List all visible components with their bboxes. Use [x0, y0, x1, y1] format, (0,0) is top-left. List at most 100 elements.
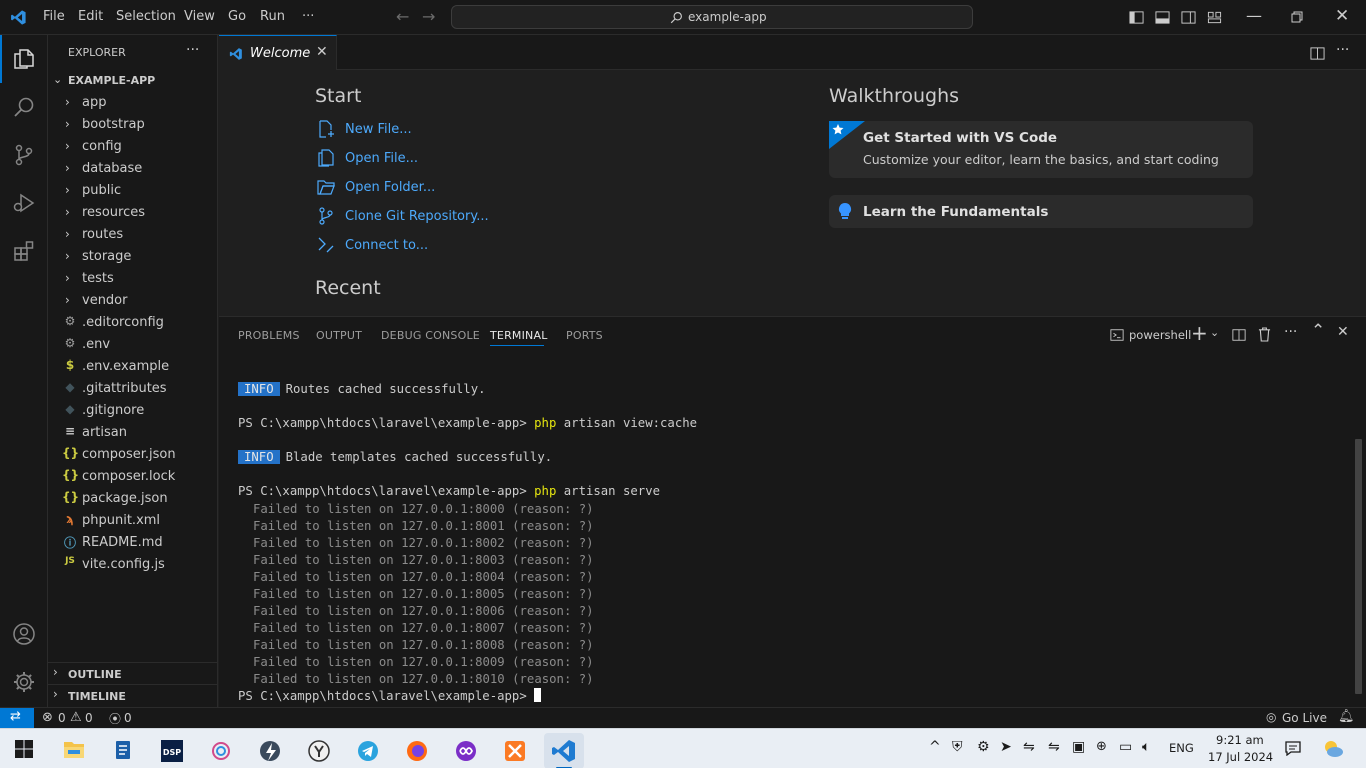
dsp-app-taskbar-icon[interactable]: DSP: [152, 733, 192, 768]
split-editor-icon[interactable]: [1310, 46, 1325, 61]
file-item[interactable]: $ .env.example: [48, 356, 217, 378]
weather-widget-icon[interactable]: [1321, 737, 1345, 761]
file-item[interactable]: JS vite.config.js: [48, 554, 217, 576]
menu-go[interactable]: Go: [228, 9, 246, 24]
vscode-taskbar-icon[interactable]: [544, 733, 584, 768]
new-terminal-icon[interactable]: +: [1191, 321, 1208, 345]
folder-routes[interactable]: › routes: [48, 224, 217, 246]
manage-button[interactable]: [0, 658, 48, 706]
connect-to-link[interactable]: Connect to...: [345, 238, 428, 253]
chevron-down-icon[interactable]: ⌄: [1210, 326, 1219, 339]
file-item[interactable]: ≡ artisan: [48, 422, 217, 444]
menu-more[interactable]: ···: [302, 9, 314, 24]
forward-arrow-icon[interactable]: →: [422, 7, 435, 26]
error-count[interactable]: 0: [58, 711, 66, 725]
send-tray-icon[interactable]: ➤: [1000, 739, 1012, 755]
restore-window-icon[interactable]: [1291, 11, 1303, 23]
file-item[interactable]: {} composer.json: [48, 444, 217, 466]
search-button[interactable]: [0, 83, 48, 131]
app-taskbar-icon[interactable]: [299, 733, 339, 768]
folder-database[interactable]: › database: [48, 158, 217, 180]
error-icon[interactable]: ⊗: [42, 710, 53, 725]
firefox-taskbar-icon[interactable]: [397, 733, 437, 768]
accounts-button[interactable]: [0, 610, 48, 658]
maximize-panel-icon[interactable]: ⌃: [1311, 321, 1325, 341]
folder-tests[interactable]: › tests: [48, 268, 217, 290]
command-center-search[interactable]: example-app: [451, 5, 973, 29]
walkthrough-get-started-card[interactable]: Get Started with VS Code Customize your …: [829, 121, 1253, 178]
terminal-scrollbar[interactable]: [1355, 439, 1362, 694]
trash-icon[interactable]: [1258, 327, 1271, 342]
file-item[interactable]: ⚙ .env: [48, 334, 217, 356]
project-root[interactable]: ⌄ EXAMPLE-APP: [48, 70, 217, 92]
remote-indicator[interactable]: ⇄: [0, 708, 34, 728]
tab-welcome[interactable]: Welcome ✕: [219, 35, 337, 70]
menu-edit[interactable]: Edit: [78, 9, 103, 24]
terminal-shell-name[interactable]: powershell: [1129, 328, 1191, 342]
tab-ports[interactable]: PORTS: [566, 329, 603, 342]
editor-more-icon[interactable]: ···: [1336, 42, 1349, 58]
explorer-button[interactable]: [0, 35, 48, 83]
file-explorer-taskbar-icon[interactable]: [54, 733, 94, 768]
app-taskbar-icon[interactable]: [446, 733, 486, 768]
tab-output[interactable]: OUTPUT: [316, 329, 362, 342]
menu-selection[interactable]: Selection: [116, 9, 176, 24]
tab-debug-console[interactable]: DEBUG CONSOLE: [381, 329, 480, 342]
folder-vendor[interactable]: › vendor: [48, 290, 217, 312]
file-item[interactable]: ϡ phpunit.xml: [48, 510, 217, 532]
go-live-button[interactable]: Go Live: [1282, 711, 1327, 725]
customize-layout-icon[interactable]: [1207, 10, 1222, 25]
network-tray-icon[interactable]: ⇋: [1023, 739, 1035, 755]
close-tab-icon[interactable]: ✕: [316, 44, 328, 60]
close-window-icon[interactable]: ✕: [1335, 6, 1349, 26]
notepad-taskbar-icon[interactable]: [103, 733, 143, 768]
back-arrow-icon[interactable]: ←: [396, 7, 409, 26]
bell-icon[interactable]: 🔔︎: [1338, 709, 1355, 724]
ports-count[interactable]: 0: [124, 711, 132, 725]
folder-public[interactable]: › public: [48, 180, 217, 202]
file-item[interactable]: {} composer.lock: [48, 466, 217, 488]
terminal-current-line[interactable]: PS C:\xampp\htdocs\laravel\example-app>: [238, 688, 542, 703]
wifi-tray-icon[interactable]: ▭: [1119, 739, 1132, 755]
xampp-taskbar-icon[interactable]: [495, 733, 535, 768]
panel-more-icon[interactable]: ···: [1284, 324, 1297, 340]
ports-icon[interactable]: ⦿: [109, 710, 121, 727]
toggle-secondary-sidebar-icon[interactable]: [1181, 10, 1196, 25]
tab-terminal[interactable]: TERMINAL: [490, 329, 548, 342]
notifications-icon[interactable]: [1285, 741, 1301, 756]
toggle-primary-sidebar-icon[interactable]: [1129, 10, 1144, 25]
file-item[interactable]: ◆ .gitignore: [48, 400, 217, 422]
run-debug-button[interactable]: [0, 179, 48, 227]
security-icon[interactable]: ⛨: [952, 739, 963, 755]
folder-bootstrap[interactable]: › bootstrap: [48, 114, 217, 136]
source-control-button[interactable]: [0, 131, 48, 179]
windows-start-icon[interactable]: [15, 740, 33, 758]
warning-count[interactable]: 0: [85, 711, 93, 725]
clock-time[interactable]: 9:21 am: [1216, 733, 1264, 747]
app-taskbar-icon[interactable]: [201, 733, 241, 768]
language-indicator[interactable]: ENG: [1169, 741, 1194, 755]
tab-problems[interactable]: PROBLEMS: [238, 329, 300, 342]
minimize-window-icon[interactable]: —: [1246, 6, 1262, 25]
clock-date[interactable]: 17 Jul 2024: [1208, 750, 1273, 764]
menu-view[interactable]: View: [184, 9, 215, 24]
file-item[interactable]: ⓘ README.md: [48, 532, 217, 554]
extensions-button[interactable]: [0, 227, 48, 275]
folder-storage[interactable]: › storage: [48, 246, 217, 268]
open-file-link[interactable]: Open File...: [345, 151, 418, 166]
telegram-taskbar-icon[interactable]: [348, 733, 388, 768]
file-item[interactable]: {} package.json: [48, 488, 217, 510]
nvidia-tray-icon[interactable]: ▣: [1072, 739, 1085, 755]
clone-git-repository-link[interactable]: Clone Git Repository...: [345, 209, 489, 224]
folder-config[interactable]: › config: [48, 136, 217, 158]
new-file-link[interactable]: New File...: [345, 122, 412, 137]
warning-icon[interactable]: ⚠: [70, 710, 82, 725]
menu-run[interactable]: Run: [260, 9, 285, 24]
close-panel-icon[interactable]: ✕: [1337, 324, 1349, 340]
explorer-more-icon[interactable]: ···: [186, 42, 199, 58]
folder-app[interactable]: › app: [48, 92, 217, 114]
file-item[interactable]: ⚙ .editorconfig: [48, 312, 217, 334]
app-tray-icon[interactable]: ⊕: [1096, 739, 1107, 754]
split-terminal-icon[interactable]: [1232, 328, 1246, 342]
file-item[interactable]: ◆ .gitattributes: [48, 378, 217, 400]
